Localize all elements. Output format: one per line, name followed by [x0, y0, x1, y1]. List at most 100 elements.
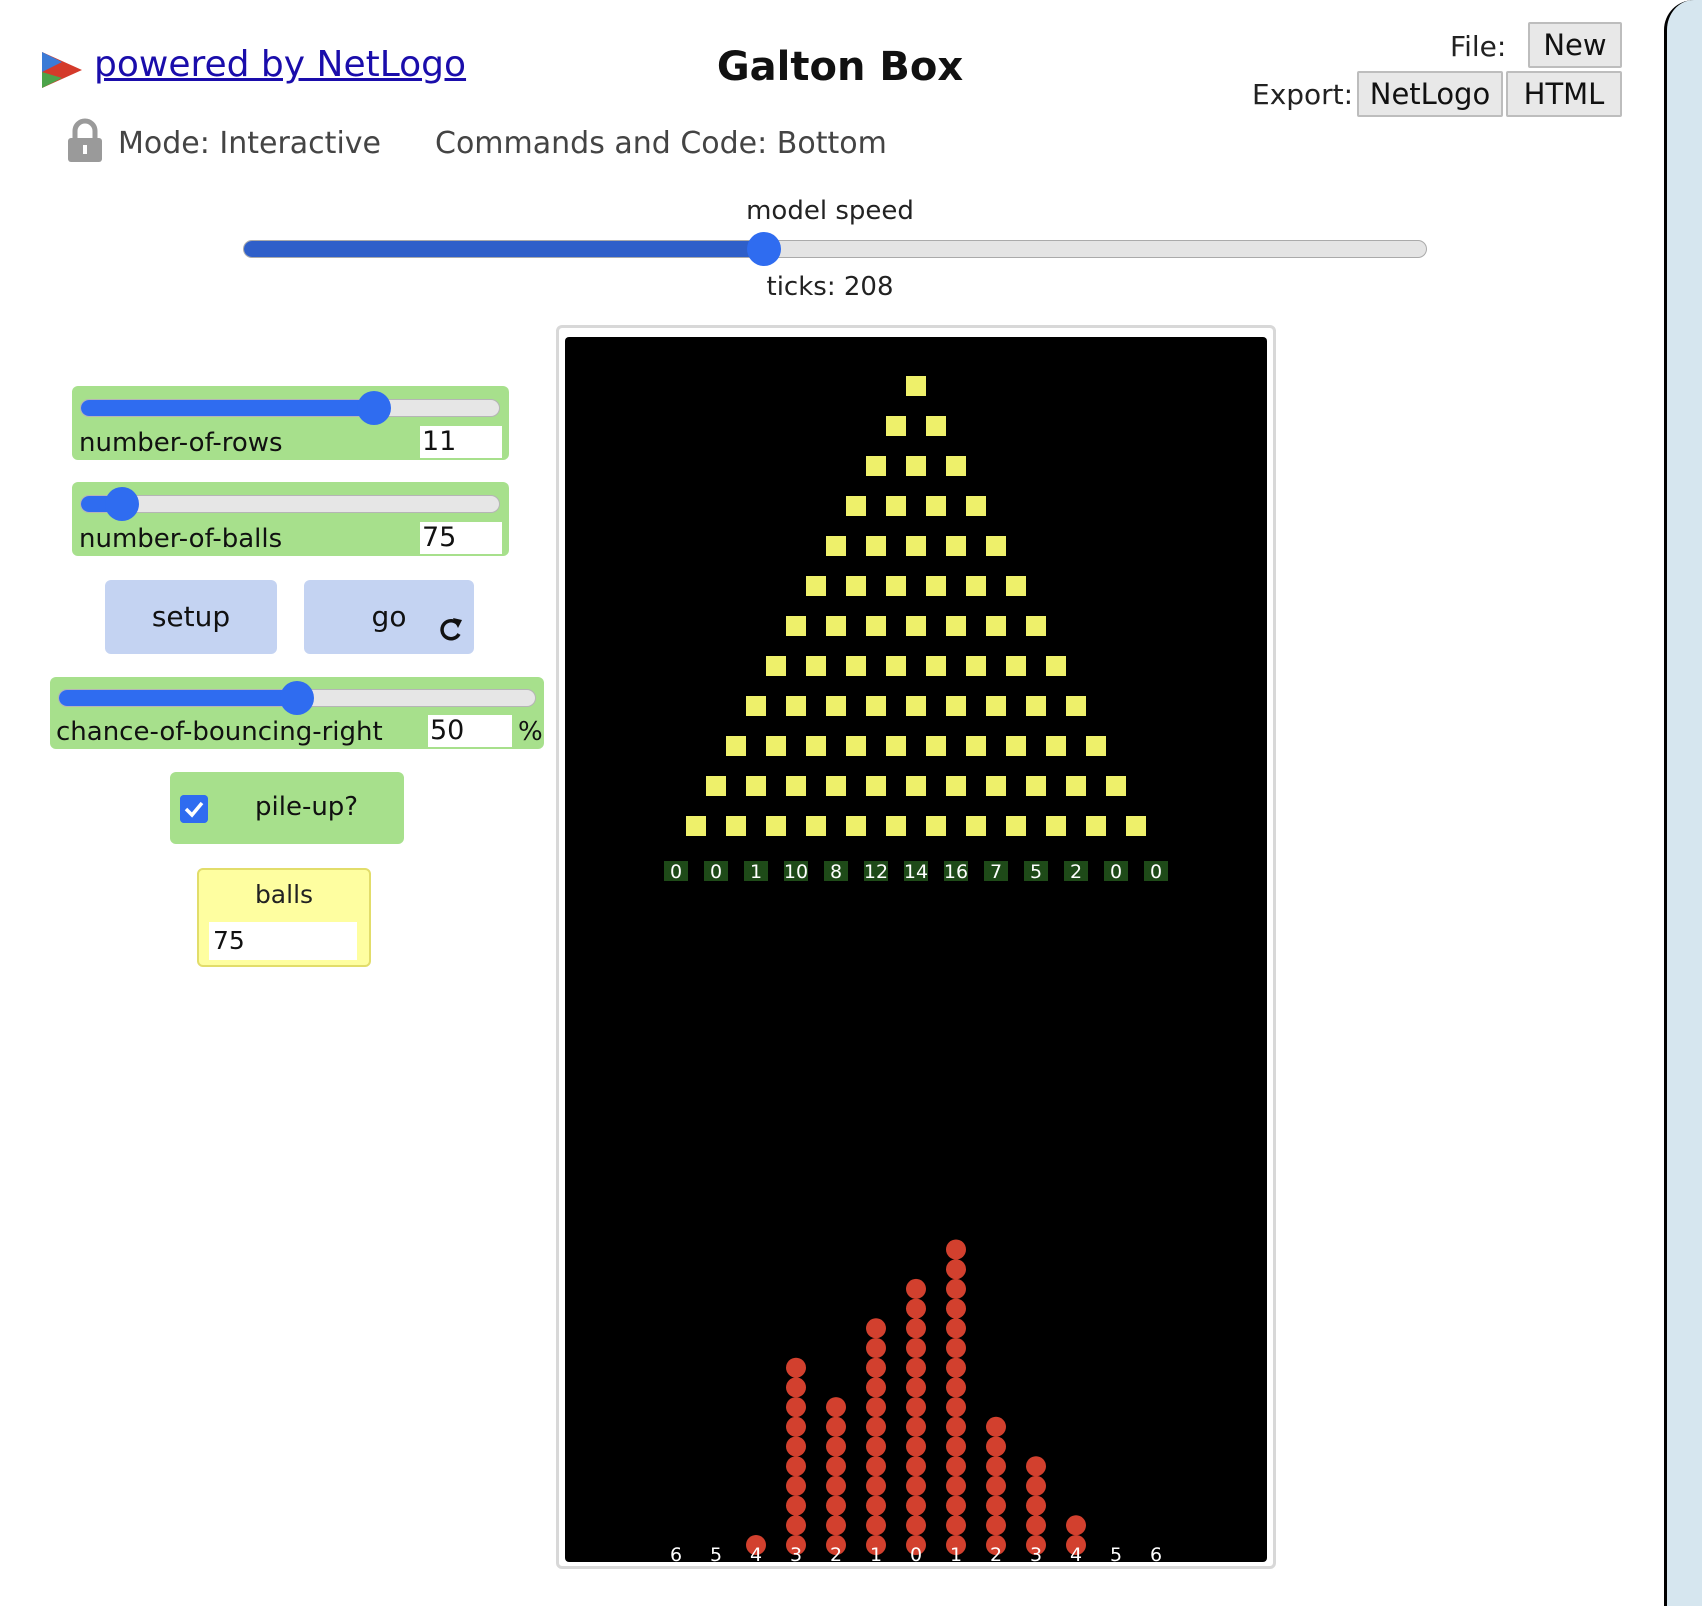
number-of-rows-label: number-of-rows: [79, 428, 283, 458]
ball: [906, 1436, 926, 1457]
ball: [906, 1495, 926, 1516]
ball: [906, 1416, 926, 1437]
bin-count-label: 7: [990, 861, 1002, 883]
peg: [806, 736, 826, 756]
ball: [946, 1239, 966, 1260]
peg: [1026, 776, 1046, 796]
model-speed-slider[interactable]: [243, 240, 1427, 258]
number-of-balls-track[interactable]: [80, 495, 500, 513]
peg: [706, 776, 726, 796]
ball: [786, 1475, 806, 1496]
number-of-balls-handle[interactable]: [105, 487, 139, 521]
peg: [926, 576, 946, 596]
peg: [1026, 616, 1046, 636]
mode-toggle[interactable]: Mode: Interactive: [118, 126, 381, 161]
ball: [786, 1456, 806, 1477]
peg: [1126, 816, 1146, 836]
number-of-balls-label: number-of-balls: [79, 524, 283, 554]
peg: [766, 656, 786, 676]
ball: [946, 1397, 966, 1418]
number-of-rows-slider[interactable]: number-of-rows 11: [72, 386, 509, 460]
bin-counts-layer: 0 0 1 10 8 12 14 16 7 5 2 0 0: [664, 861, 1168, 883]
number-of-rows-value[interactable]: 11: [420, 426, 502, 458]
ticks-counter: ticks: 208: [766, 272, 894, 302]
bin-count-label: 8: [830, 861, 842, 883]
peg: [906, 616, 926, 636]
peg: [826, 536, 846, 556]
ball: [826, 1416, 846, 1437]
peg: [886, 576, 906, 596]
pile-up-checkbox[interactable]: [180, 795, 208, 823]
ball: [946, 1436, 966, 1457]
ball: [946, 1495, 966, 1516]
ball: [786, 1495, 806, 1516]
peg: [826, 616, 846, 636]
netlogo-logo-icon: [42, 52, 82, 88]
ball: [946, 1456, 966, 1477]
bin-count-label: 5: [1030, 861, 1042, 883]
chance-of-bouncing-right-value[interactable]: 50: [428, 715, 512, 747]
peg: [906, 456, 926, 476]
ball: [946, 1416, 966, 1437]
ball: [1026, 1456, 1046, 1477]
export-label: Export:: [1252, 78, 1354, 111]
ball: [826, 1397, 846, 1418]
number-of-balls-slider[interactable]: number-of-balls 75: [72, 482, 509, 556]
peg: [1086, 816, 1106, 836]
percent-unit: %: [518, 717, 543, 747]
peg: [786, 776, 806, 796]
pegs-layer: [686, 376, 1146, 836]
ball: [786, 1357, 806, 1378]
bin-offset-label: 3: [1030, 1544, 1042, 1562]
ball: [1066, 1515, 1086, 1536]
export-netlogo-button[interactable]: NetLogo: [1357, 71, 1503, 117]
lock-icon[interactable]: [66, 118, 104, 164]
peg: [806, 656, 826, 676]
peg: [906, 696, 926, 716]
peg: [1066, 776, 1086, 796]
number-of-rows-handle[interactable]: [357, 391, 391, 425]
peg: [946, 776, 966, 796]
bin-count-label: 0: [670, 861, 682, 883]
peg: [846, 496, 866, 516]
bin-count-label: 2: [1070, 861, 1082, 883]
ball: [906, 1357, 926, 1378]
peg: [906, 376, 926, 396]
peg: [886, 416, 906, 436]
new-button[interactable]: New: [1528, 22, 1622, 68]
peg: [826, 696, 846, 716]
peg: [846, 816, 866, 836]
world-canvas: 0 0 1 10 8 12 14 16 7 5 2 0 0 6543210123456: [664, 376, 1168, 1562]
peg: [1006, 816, 1026, 836]
chance-of-bouncing-right-slider[interactable]: chance-of-bouncing-right 50 %: [50, 677, 544, 749]
bin-offset-label: 2: [830, 1544, 842, 1562]
peg: [946, 456, 966, 476]
powered-by-netlogo-link[interactable]: powered by NetLogo: [94, 44, 466, 85]
peg: [1066, 696, 1086, 716]
number-of-rows-track[interactable]: [80, 399, 500, 417]
bin-offset-label: 4: [1070, 1544, 1082, 1562]
peg: [1046, 656, 1066, 676]
peg: [986, 536, 1006, 556]
number-of-balls-value[interactable]: 75: [420, 522, 502, 554]
export-html-button[interactable]: HTML: [1506, 71, 1622, 117]
ball: [826, 1475, 846, 1496]
chance-of-bouncing-right-handle[interactable]: [280, 681, 314, 715]
go-button[interactable]: go: [304, 580, 474, 654]
bin-offset-label: 1: [950, 1544, 962, 1562]
ball: [986, 1416, 1006, 1437]
bin-count-label: 12: [864, 861, 888, 883]
setup-button[interactable]: setup: [105, 580, 277, 654]
ball: [786, 1515, 806, 1536]
balls-monitor: balls 75: [197, 868, 371, 967]
commands-code-position[interactable]: Commands and Code: Bottom: [435, 126, 887, 161]
world-view[interactable]: 0 0 1 10 8 12 14 16 7 5 2 0 0 6543210123456: [565, 337, 1267, 1562]
model-speed-fill: [244, 241, 765, 257]
go-button-label: go: [371, 600, 407, 633]
model-speed-handle[interactable]: [746, 232, 781, 266]
ball: [866, 1475, 886, 1496]
peg: [1006, 576, 1026, 596]
file-label: File:: [1450, 30, 1507, 63]
ball: [786, 1416, 806, 1437]
ball: [826, 1436, 846, 1457]
